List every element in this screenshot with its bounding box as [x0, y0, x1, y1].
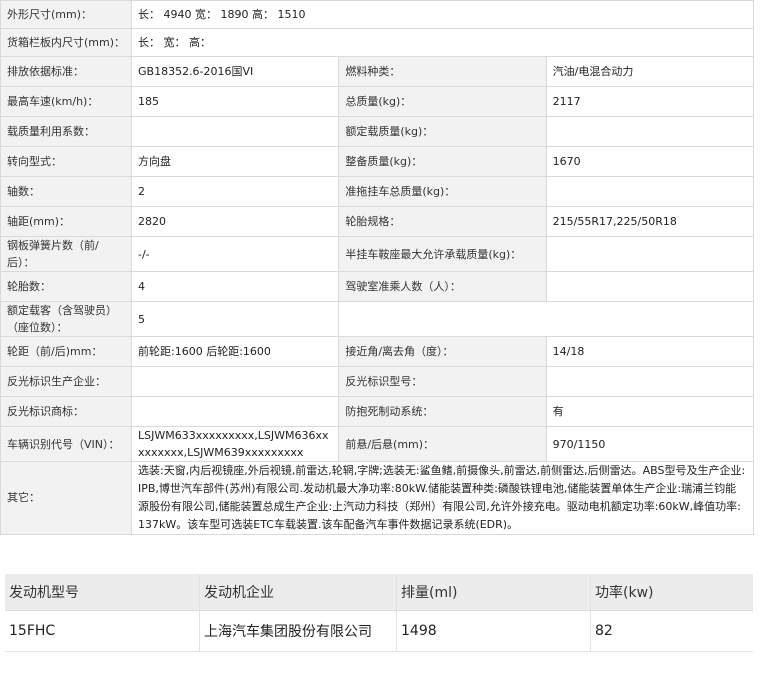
- spec-row-load: 载质量利用系数： 额定载质量(kg)：: [0, 116, 755, 147]
- spec-row-abs: 反光标识商标： 防抱死制动系统： 有: [0, 396, 755, 427]
- vehicle-spec-table: 外形尺寸(mm)： 长： 4940 宽： 1890 高： 1510 货箱栏板内尺…: [0, 0, 755, 535]
- track-value: 前轮距:1600 后轮距:1600: [130, 336, 340, 367]
- engine-power-header: 功率(kw): [590, 574, 753, 611]
- rated-passengers-label: 额定载客（含驾驶员）（座位数）：: [0, 301, 132, 337]
- steering-label: 转向型式：: [0, 146, 132, 177]
- tire-label: 轮胎规格：: [338, 206, 547, 237]
- spec-row-track: 轮距（前/后)mm： 前轮距:1600 后轮距:1600 接近角/离去角（度）：…: [0, 336, 755, 367]
- reflector-model-label: 反光标识型号：: [338, 366, 547, 397]
- axles-label: 轴数：: [0, 176, 132, 207]
- trailer-mass-value: [545, 176, 755, 207]
- abs-label: 防抱死制动系统：: [338, 396, 547, 427]
- emission-label: 排放依据标准：: [0, 56, 132, 87]
- saddle-label: 半挂车鞍座最大允许承载质量(kg)：: [338, 236, 547, 272]
- max-speed-label: 最高车速(km/h)：: [0, 86, 132, 117]
- reflector-model-value: [545, 366, 755, 397]
- reflector-maker-value: [130, 366, 340, 397]
- tire-value: 215/55R17,225/50R18: [545, 206, 755, 237]
- spec-row-passengers: 额定载客（含驾驶员）（座位数）： 5: [0, 301, 754, 337]
- overhang-value: 970/1150: [545, 426, 755, 462]
- cargo-size-value: 长： 宽： 高：: [131, 28, 754, 57]
- curb-mass-value: 1670: [545, 146, 755, 177]
- leaf-spring-value: -/-: [130, 236, 340, 272]
- cab-seats-value: [545, 271, 755, 302]
- track-label: 轮距（前/后)mm：: [0, 336, 132, 367]
- engine-displacement-cell: 1498: [396, 610, 591, 652]
- engine-table: 发动机型号 发动机企业 排量(ml) 功率(kw) 15FHC 上海汽车集团股份…: [5, 574, 753, 652]
- max-speed-value: 185: [130, 86, 340, 117]
- steering-value: 方向盘: [130, 146, 340, 177]
- spec-row-leaf-spring: 钢板弹簧片数（前/后）： -/- 半挂车鞍座最大允许承载质量(kg)：: [0, 236, 755, 272]
- spec-row-speed: 最高车速(km/h)： 185 总质量(kg)： 2117: [0, 86, 755, 117]
- passengers-blank-cell: [338, 301, 754, 337]
- spec-row-cargo-size: 货箱栏板内尺寸(mm)： 长： 宽： 高：: [0, 28, 754, 57]
- spec-row-wheelbase: 轴距(mm)： 2820 轮胎规格： 215/55R17,225/50R18: [0, 206, 755, 237]
- rated-load-label: 额定载质量(kg)：: [338, 116, 547, 147]
- spec-row-vin: 车辆识别代号（VIN）： LSJWM633xxxxxxxxx,LSJWM636x…: [0, 426, 755, 462]
- vin-label: 车辆识别代号（VIN）：: [0, 426, 132, 462]
- rated-passengers-value: 5: [130, 301, 340, 337]
- spec-row-tire-count: 轮胎数： 4 驾驶室准乘人数（人）：: [0, 271, 755, 302]
- engine-maker-header: 发动机企业: [199, 574, 397, 611]
- load-util-value: [130, 116, 340, 147]
- fuel-label: 燃料种类：: [338, 56, 547, 87]
- engine-header-row: 发动机型号 发动机企业 排量(ml) 功率(kw): [5, 574, 753, 611]
- spec-row-outer-size: 外形尺寸(mm)： 长： 4940 宽： 1890 高： 1510: [0, 0, 754, 29]
- engine-displacement-header: 排量(ml): [396, 574, 591, 611]
- angle-label: 接近角/离去角（度）：: [338, 336, 547, 367]
- spec-row-axles: 轴数： 2 准拖挂车总质量(kg)：: [0, 176, 755, 207]
- angle-value: 14/18: [545, 336, 755, 367]
- emission-value: GB18352.6-2016国VI: [130, 56, 340, 87]
- wheelbase-value: 2820: [130, 206, 340, 237]
- engine-model-cell: 15FHC: [5, 610, 200, 652]
- tire-count-value: 4: [130, 271, 340, 302]
- spec-row-reflector: 反光标识生产企业： 反光标识型号：: [0, 366, 755, 397]
- rated-load-value: [545, 116, 755, 147]
- cab-seats-label: 驾驶室准乘人数（人）：: [338, 271, 547, 302]
- saddle-value: [545, 236, 755, 272]
- other-value: 选装:天窗,内后视镜座,外后视镜,前雷达,轮辋,字牌;选装无:鲨鱼鳍,前摄像头,…: [131, 461, 754, 535]
- curb-mass-label: 整备质量(kg)：: [338, 146, 547, 177]
- total-mass-label: 总质量(kg)：: [338, 86, 547, 117]
- leaf-spring-label: 钢板弹簧片数（前/后）：: [0, 236, 132, 272]
- axles-value: 2: [130, 176, 340, 207]
- trailer-mass-label: 准拖挂车总质量(kg)：: [338, 176, 547, 207]
- engine-data-row: 15FHC 上海汽车集团股份有限公司 1498 82: [5, 610, 753, 652]
- abs-value: 有: [545, 396, 755, 427]
- engine-power-cell: 82: [590, 610, 753, 652]
- wheelbase-label: 轴距(mm)：: [0, 206, 132, 237]
- outer-size-label: 外形尺寸(mm)：: [0, 0, 132, 29]
- engine-model-header: 发动机型号: [5, 574, 200, 611]
- spec-row-steering: 转向型式： 方向盘 整备质量(kg)： 1670: [0, 146, 755, 177]
- spec-row-emission: 排放依据标准： GB18352.6-2016国VI 燃料种类： 汽油/电混合动力: [0, 56, 755, 87]
- reflector-brand-value: [130, 396, 340, 427]
- overhang-label: 前悬/后悬(mm)：: [338, 426, 547, 462]
- vin-value: LSJWM633xxxxxxxxx,LSJWM636xxxxxxxxx,LSJW…: [130, 426, 340, 462]
- total-mass-value: 2117: [545, 86, 755, 117]
- reflector-brand-label: 反光标识商标：: [0, 396, 132, 427]
- spec-row-other: 其它： 选装:天窗,内后视镜座,外后视镜,前雷达,轮辋,字牌;选装无:鲨鱼鳍,前…: [0, 461, 754, 535]
- fuel-value: 汽油/电混合动力: [545, 56, 755, 87]
- load-util-label: 载质量利用系数：: [0, 116, 132, 147]
- tire-count-label: 轮胎数：: [0, 271, 132, 302]
- other-label: 其它：: [0, 461, 132, 535]
- outer-size-value: 长： 4940 宽： 1890 高： 1510: [131, 0, 754, 29]
- cargo-size-label: 货箱栏板内尺寸(mm)：: [0, 28, 132, 57]
- engine-maker-cell: 上海汽车集团股份有限公司: [199, 610, 397, 652]
- reflector-maker-label: 反光标识生产企业：: [0, 366, 132, 397]
